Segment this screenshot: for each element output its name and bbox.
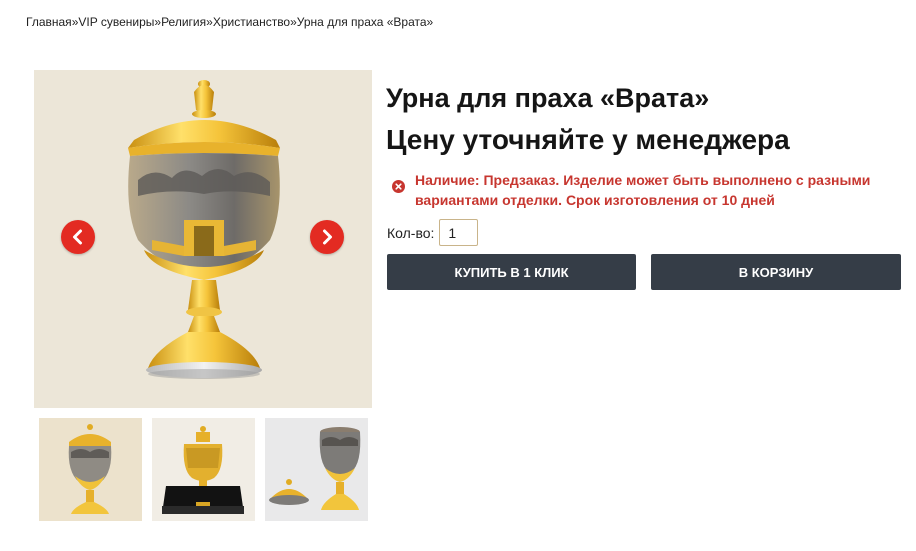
product-title: Урна для праха «Врата» — [386, 83, 710, 113]
breadcrumb-separator: » — [206, 15, 213, 29]
breadcrumb: Главная»VIP сувениры»Религия»Христианств… — [26, 15, 433, 29]
thumbnail-3[interactable] — [265, 418, 368, 521]
breadcrumb-christianity[interactable]: Христианство — [213, 15, 290, 29]
gallery-prev-button[interactable] — [61, 220, 95, 254]
quantity-label: Кол-во: — [387, 224, 435, 241]
quantity-row: Кол-во: — [387, 219, 479, 246]
urn-open-lid-thumbnail-image — [269, 427, 361, 510]
availability-notice: Наличие: Предзаказ. Изделие может быть в… — [392, 170, 902, 210]
availability-text: Наличие: Предзаказ. Изделие может быть в… — [415, 172, 871, 208]
thumbnail-1[interactable] — [39, 418, 142, 521]
gallery-next-button[interactable] — [310, 220, 344, 254]
main-product-image[interactable] — [34, 70, 372, 408]
product-page: Главная»VIP сувениры»Религия»Христианств… — [0, 0, 916, 551]
thumbnail-2[interactable] — [152, 418, 255, 521]
close-circle-icon — [392, 180, 405, 193]
urn-in-case-thumbnail-image — [162, 426, 244, 514]
buy-one-click-button[interactable]: КУПИТЬ В 1 КЛИК — [387, 254, 636, 290]
chevron-right-icon — [323, 229, 332, 245]
quantity-input[interactable] — [439, 219, 479, 246]
add-to-cart-button[interactable]: В КОРЗИНУ — [651, 254, 901, 290]
urn-thumbnail-image — [68, 424, 112, 514]
breadcrumb-current: Урна для праха «Врата» — [296, 15, 434, 29]
chevron-left-icon — [73, 229, 82, 245]
breadcrumb-religion[interactable]: Религия — [161, 15, 206, 29]
breadcrumb-vip-souvenirs[interactable]: VIP сувениры — [78, 15, 154, 29]
breadcrumb-separator: » — [290, 15, 297, 29]
breadcrumb-home[interactable]: Главная — [26, 15, 72, 29]
price-note: Цену уточняйте у менеджера — [386, 124, 790, 155]
